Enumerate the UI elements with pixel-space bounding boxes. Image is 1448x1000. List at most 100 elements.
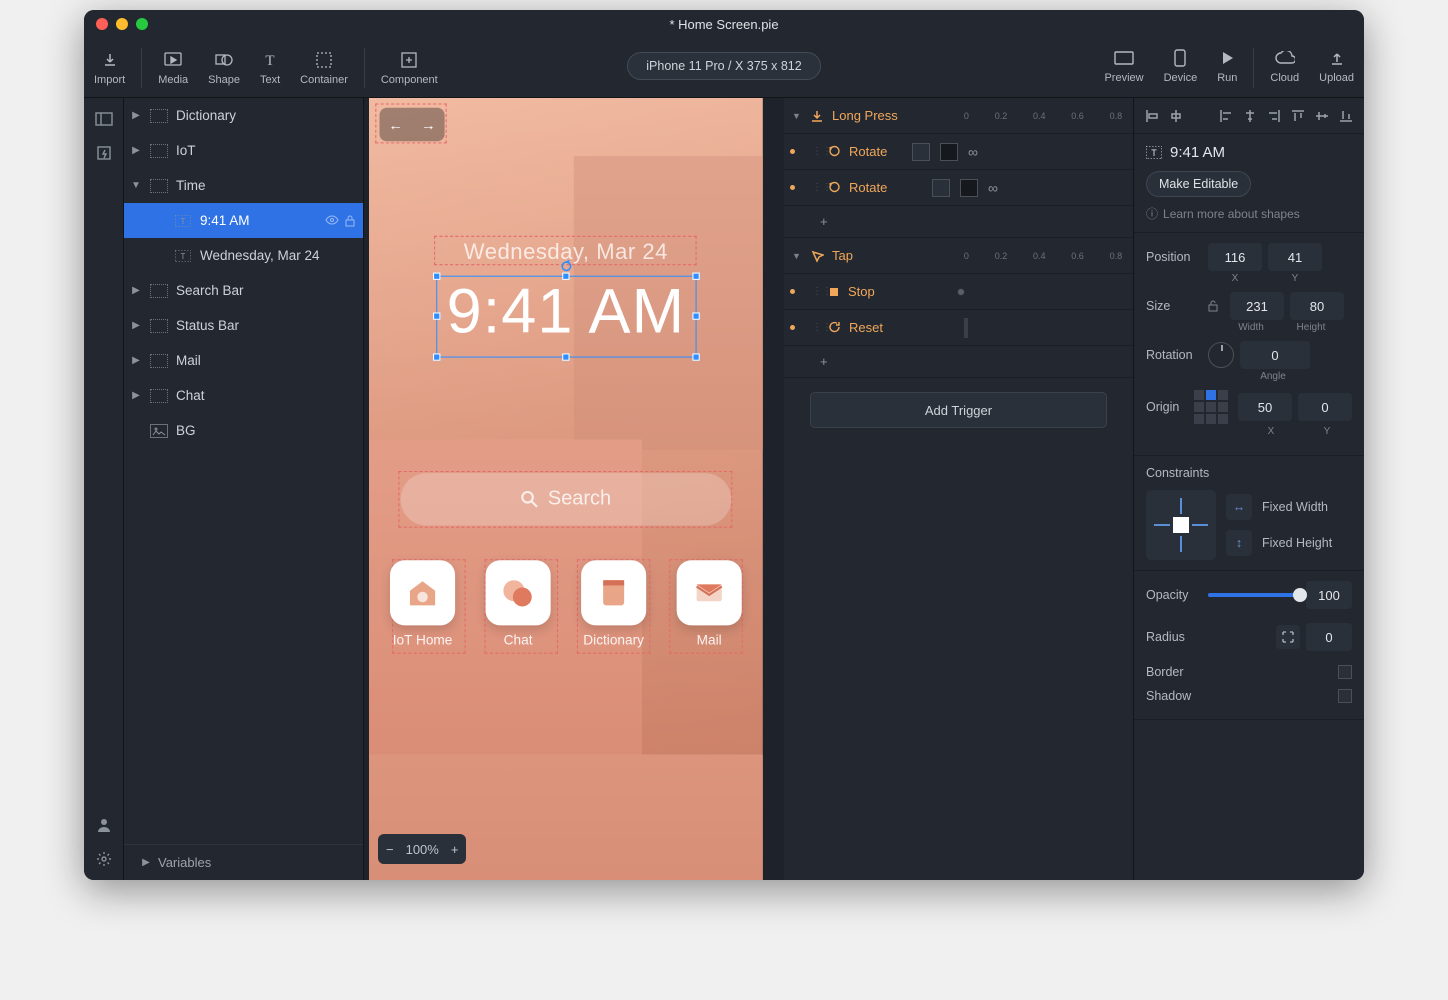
width-input[interactable] — [1230, 292, 1284, 320]
zoom-out-icon[interactable]: − — [386, 842, 394, 857]
actions-icon[interactable] — [93, 142, 115, 164]
svg-text:T: T — [1151, 148, 1157, 158]
align-right-icon[interactable] — [1264, 106, 1284, 126]
learn-more-link[interactable]: ⓘLearn more about shapes — [1146, 205, 1352, 222]
action-rotate-2[interactable]: ⋮⋮ Rotate ∞ — [784, 170, 1133, 206]
align-middle-icon[interactable] — [1312, 106, 1332, 126]
action-stop[interactable]: ⋮⋮ Stop — [784, 274, 1133, 310]
panel-toggle-icon[interactable] — [93, 108, 115, 130]
svg-text:T: T — [181, 252, 186, 261]
layer-time[interactable]: ▼Time — [124, 168, 363, 203]
user-icon[interactable] — [93, 814, 115, 836]
image-layer-icon — [150, 424, 168, 438]
rotation-input[interactable] — [1240, 341, 1310, 369]
run-button[interactable]: Run — [1207, 48, 1247, 88]
shadow-toggle[interactable] — [1338, 689, 1352, 703]
upload-button[interactable]: Upload — [1309, 48, 1364, 88]
zoom-control[interactable]: − 100% + — [378, 834, 466, 864]
app-chat[interactable]: Chat — [486, 560, 551, 647]
trigger-tap-header[interactable]: ▼ Tap 00.20.40.60.8 — [784, 238, 1133, 274]
origin-x-input[interactable] — [1238, 393, 1292, 421]
fixed-width-toggle[interactable]: ↔Fixed Width — [1226, 494, 1332, 520]
align-left-icon[interactable] — [1142, 106, 1162, 126]
align-bottom-icon[interactable] — [1336, 106, 1356, 126]
app-dictionary[interactable]: Dictionary — [581, 560, 646, 647]
origin-y-input[interactable] — [1298, 393, 1352, 421]
device-icon — [1170, 48, 1190, 68]
variables-section[interactable]: ▶Variables — [124, 844, 363, 880]
window-controls — [96, 18, 148, 30]
align-left2-icon[interactable] — [1216, 106, 1236, 126]
trigger-longpress-header[interactable]: ▼ Long Press 00.20.40.60.8 — [784, 98, 1133, 134]
lock-icon[interactable] — [345, 215, 355, 227]
settings-icon[interactable] — [93, 848, 115, 870]
layer-chat[interactable]: ▶Chat — [124, 378, 363, 413]
container-button[interactable]: Container — [290, 50, 358, 86]
layer-searchbar[interactable]: ▶Search Bar — [124, 273, 363, 308]
layer-dictionary[interactable]: ▶Dictionary — [124, 98, 363, 133]
opacity-input[interactable] — [1306, 581, 1352, 609]
layer-mail[interactable]: ▶Mail — [124, 343, 363, 378]
import-button[interactable]: Import — [84, 50, 135, 86]
close-window[interactable] — [96, 18, 108, 30]
layer-bg[interactable]: BG — [124, 413, 363, 448]
rotate-handle-icon[interactable] — [560, 260, 573, 273]
action-reset[interactable]: ⋮⋮ Reset — [784, 310, 1133, 346]
border-label: Border — [1146, 665, 1332, 679]
selection-box[interactable] — [436, 276, 696, 358]
minimize-window[interactable] — [116, 18, 128, 30]
constraints-label: Constraints — [1146, 466, 1352, 480]
visibility-icon[interactable] — [325, 215, 339, 227]
upload-icon — [1327, 48, 1347, 68]
layer-iot[interactable]: ▶IoT — [124, 133, 363, 168]
reset-icon — [828, 321, 841, 334]
add-action-tap[interactable]: + — [784, 346, 1133, 378]
radius-input[interactable] — [1306, 623, 1352, 651]
make-editable-button[interactable]: Make Editable — [1146, 171, 1251, 197]
fixed-width-icon: ↔ — [1226, 494, 1252, 520]
app-iot-home[interactable]: IoT Home — [390, 560, 455, 647]
layer-time-date[interactable]: TWednesday, Mar 24 — [124, 238, 363, 273]
origin-grid[interactable] — [1194, 390, 1228, 424]
constraints-diagram[interactable] — [1146, 490, 1216, 560]
mail-icon — [677, 560, 742, 625]
canvas-search-bar[interactable]: Search — [401, 473, 732, 526]
border-toggle[interactable] — [1338, 665, 1352, 679]
layer-time-941am[interactable]: T9:41 AM — [124, 203, 363, 238]
canvas[interactable]: ← → Wednesday, Mar 24 9:41 AM — [364, 98, 784, 880]
fixed-height-toggle[interactable]: ↕Fixed Height — [1226, 530, 1332, 556]
run-icon — [1217, 48, 1237, 68]
action-rotate-1[interactable]: ⋮⋮ Rotate ∞ — [784, 134, 1133, 170]
position-x-input[interactable] — [1208, 243, 1262, 271]
app-mail[interactable]: Mail — [677, 560, 742, 647]
shape-icon — [214, 50, 234, 70]
nav-forward-icon[interactable]: → — [412, 108, 445, 142]
height-input[interactable] — [1290, 292, 1344, 320]
opacity-slider[interactable] — [1208, 593, 1300, 597]
add-action-longpress[interactable]: + — [784, 206, 1133, 238]
nav-back-icon[interactable]: ← — [380, 108, 413, 142]
preview-icon — [1114, 48, 1134, 68]
device-selector[interactable]: iPhone 11 Pro / X 375 x 812 — [627, 52, 820, 80]
position-y-input[interactable] — [1268, 243, 1322, 271]
text-layer-icon: T — [174, 214, 192, 228]
preview-button[interactable]: Preview — [1094, 48, 1153, 88]
shape-button[interactable]: Shape — [198, 50, 250, 86]
nav-back-forward[interactable]: ← → — [380, 108, 445, 142]
iot-home-icon — [390, 560, 455, 625]
zoom-in-icon[interactable]: + — [451, 842, 459, 857]
align-center-icon[interactable] — [1240, 106, 1260, 126]
link-dimensions-icon[interactable] — [1208, 299, 1224, 313]
zoom-window[interactable] — [136, 18, 148, 30]
media-button[interactable]: Media — [148, 50, 198, 86]
text-button[interactable]: T Text — [250, 50, 290, 86]
align-top-icon[interactable] — [1288, 106, 1308, 126]
component-button[interactable]: Component — [371, 50, 448, 86]
add-trigger-button[interactable]: Add Trigger — [810, 392, 1107, 428]
device-button[interactable]: Device — [1154, 48, 1208, 88]
rotation-knob[interactable] — [1208, 342, 1234, 368]
layer-statusbar[interactable]: ▶Status Bar — [124, 308, 363, 343]
radius-mode-icon[interactable] — [1276, 625, 1300, 649]
align-center-h-icon[interactable] — [1166, 106, 1186, 126]
cloud-button[interactable]: Cloud — [1260, 48, 1309, 88]
